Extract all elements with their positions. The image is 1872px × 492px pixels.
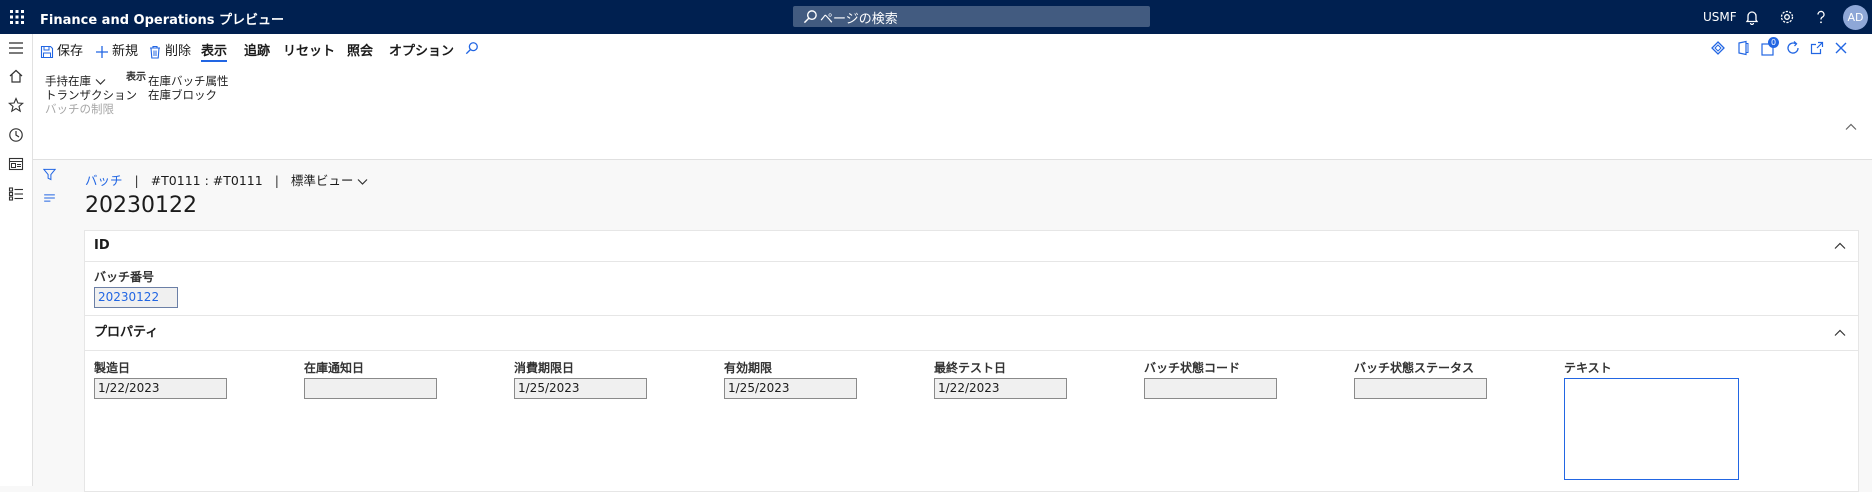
batch-disposition-code-field: バッチ状態コード xyxy=(1144,359,1277,399)
breadcrumb-context: #T0111 : #T0111 xyxy=(150,173,263,188)
page-title: 20230122 xyxy=(85,193,197,218)
top-bar: Finance and Operations プレビュー ページの検索 USMF… xyxy=(0,0,1872,34)
workspaces-icon[interactable] xyxy=(8,156,24,172)
batch-number-input[interactable]: 20230122 xyxy=(94,287,178,308)
filter-pane xyxy=(33,160,65,486)
expiration-date-label: 有効期限 xyxy=(724,361,773,375)
app-launcher-icon[interactable] xyxy=(9,9,25,25)
open-new-window-icon[interactable] xyxy=(1809,40,1825,56)
last-test-date-label: 最終テスト日 xyxy=(934,361,1007,375)
office-icon[interactable] xyxy=(1735,40,1751,56)
power-apps-icon[interactable] xyxy=(1710,40,1726,56)
batch-disposition-code-input[interactable] xyxy=(1144,378,1277,399)
fasttab-properties: プロパティ 製造日 1/22/2023 在庫通知日 消費期限日 1/25/202… xyxy=(84,315,1859,492)
filter-funnel-icon[interactable] xyxy=(43,168,56,181)
chevron-down-icon xyxy=(357,178,368,185)
text-label: テキスト xyxy=(1564,361,1612,375)
action-pane: 保存 新規 削除 表示 追跡 リセット 照会 オプション 表示 手持在庫 トラン… xyxy=(33,34,1872,160)
search-placeholder: ページの検索 xyxy=(820,12,898,27)
inventory-blocking-menu-item[interactable]: 在庫ブロック xyxy=(148,87,217,103)
fasttab-id-title: ID xyxy=(94,238,110,253)
inventory-notification-date-input[interactable] xyxy=(304,378,437,399)
batch-disposition-status-field: バッチ状態ステータス xyxy=(1354,359,1487,399)
main-content: バッチ | #T0111 : #T0111 | 標準ビュー 20230122 I… xyxy=(66,160,1872,492)
expiration-date-field: 有効期限 1/25/2023 xyxy=(724,359,857,399)
batch-disposition-code-label: バッチ状態コード xyxy=(1144,361,1241,375)
tab-track[interactable]: 追跡 xyxy=(244,40,270,60)
save-label: 保存 xyxy=(57,44,84,59)
delete-label: 削除 xyxy=(165,44,192,59)
new-label: 新規 xyxy=(112,44,139,59)
chevron-up-icon xyxy=(1834,329,1846,336)
hamburger-menu-icon[interactable] xyxy=(8,40,24,56)
modules-list-icon[interactable] xyxy=(8,186,24,202)
save-button[interactable]: 保存 xyxy=(40,40,83,60)
attachments-count-badge: 0 xyxy=(1768,37,1779,48)
delete-button[interactable]: 削除 xyxy=(148,40,191,60)
list-pane-icon[interactable] xyxy=(43,194,56,202)
home-icon[interactable] xyxy=(8,68,24,84)
chevron-down-icon xyxy=(95,78,106,85)
help-icon[interactable] xyxy=(1813,9,1829,25)
batch-disposition-status-label: バッチ状態ステータス xyxy=(1354,361,1475,375)
left-navigation xyxy=(0,34,33,486)
best-before-date-field: 消費期限日 1/25/2023 xyxy=(514,359,647,399)
user-avatar[interactable]: AD xyxy=(1843,5,1868,30)
batch-number-label: バッチ番号 xyxy=(94,270,155,284)
recent-clock-icon[interactable] xyxy=(8,127,24,143)
close-icon[interactable] xyxy=(1833,40,1849,56)
tab-reset[interactable]: リセット xyxy=(283,40,335,60)
find-search-icon[interactable] xyxy=(465,41,479,55)
tab-inquiry[interactable]: 照会 xyxy=(347,40,373,60)
save-icon xyxy=(40,45,54,58)
breadcrumb: バッチ | #T0111 : #T0111 | 標準ビュー xyxy=(85,170,368,189)
last-test-date-input[interactable]: 1/22/2023 xyxy=(934,378,1067,399)
new-button[interactable]: 新規 xyxy=(95,40,138,60)
chevron-up-icon xyxy=(1834,242,1846,249)
favorites-star-icon[interactable] xyxy=(8,97,24,113)
inventory-notification-date-label: 在庫通知日 xyxy=(304,361,365,375)
breadcrumb-separator: | xyxy=(134,173,139,188)
fasttab-properties-header[interactable]: プロパティ xyxy=(85,316,1858,351)
fasttab-properties-title: プロパティ xyxy=(94,325,159,340)
tab-view[interactable]: 表示 xyxy=(201,40,228,62)
batch-number-field: バッチ番号 20230122 xyxy=(94,268,178,308)
manufacturing-date-label: 製造日 xyxy=(94,361,131,375)
attachments-button[interactable]: 0 xyxy=(1760,37,1782,58)
last-test-date-field: 最終テスト日 1/22/2023 xyxy=(934,359,1067,399)
inventory-notification-date-field: 在庫通知日 xyxy=(304,359,437,399)
breadcrumb-batch-link[interactable]: バッチ xyxy=(85,173,123,188)
batch-restrictions-menu-item: バッチの制限 xyxy=(45,102,114,116)
expiration-date-input[interactable]: 1/25/2023 xyxy=(724,378,857,399)
batch-disposition-status-input[interactable] xyxy=(1354,378,1487,399)
text-area[interactable] xyxy=(1564,378,1739,480)
view-selector[interactable]: 標準ビュー xyxy=(291,173,369,188)
app-title[interactable]: Finance and Operations プレビュー xyxy=(40,9,284,28)
trash-icon xyxy=(150,45,160,59)
company-picker[interactable]: USMF xyxy=(1703,10,1737,24)
view-group-title: 表示 xyxy=(126,72,146,83)
fasttab-id-header[interactable]: ID xyxy=(85,231,1858,262)
fasttab-id: ID バッチ番号 20230122 xyxy=(84,230,1859,316)
best-before-date-label: 消費期限日 xyxy=(514,361,575,375)
manufacturing-date-field: 製造日 1/22/2023 xyxy=(94,359,227,399)
settings-gear-icon[interactable] xyxy=(1779,9,1795,25)
tab-options[interactable]: オプション xyxy=(389,40,454,60)
manufacturing-date-input[interactable]: 1/22/2023 xyxy=(94,378,227,399)
text-field: テキスト xyxy=(1564,359,1739,480)
breadcrumb-separator: | xyxy=(274,173,279,188)
best-before-date-input[interactable]: 1/25/2023 xyxy=(514,378,647,399)
notifications-bell-icon[interactable] xyxy=(1744,9,1760,25)
page-search-box[interactable]: ページの検索 xyxy=(793,6,1150,27)
search-icon xyxy=(803,10,817,24)
plus-icon xyxy=(96,45,108,58)
collapse-action-pane-icon[interactable] xyxy=(1845,123,1857,131)
refresh-icon[interactable] xyxy=(1785,40,1801,56)
